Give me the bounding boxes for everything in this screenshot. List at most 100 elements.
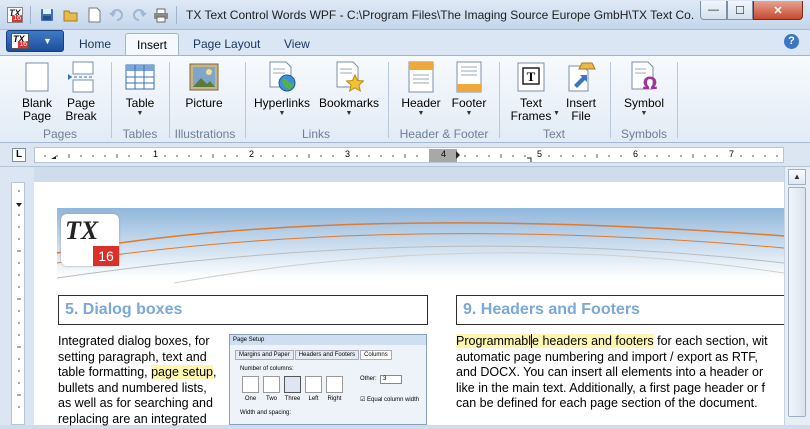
qa-divider [176,6,177,24]
ribbon-tab-bar: TX 16 ▼ Home Insert Page Layout View ? [0,30,810,56]
maximize-button[interactable]: ☐ [727,1,753,20]
chevron-down-icon: ▼ [640,110,648,117]
hyperlinks-button[interactable]: Hyperlinks ▼ [252,60,312,118]
blank-page-button[interactable]: Blank Page [16,60,58,123]
option-label: Two [265,396,277,402]
text-run: for each section, wit [653,334,768,348]
page-break-label: Page Break [65,96,97,123]
title-bar: TX 16 TX Text Control Words WPF - C:\Pro… [0,0,810,30]
chevron-up-icon: ▲ [793,172,801,181]
text-line: Integrated dialog boxes, for [58,334,210,348]
highlighted-text: page setup [151,365,213,379]
page-break-icon [65,60,97,94]
document-page[interactable]: TX 16 5. Dialog boxes 9. Headers and Foo… [34,182,796,427]
tx-logo-number: 16 [93,246,119,266]
highlighted-text: Programmabl [456,334,532,348]
application-menu-button[interactable]: TX 16 ▼ [6,30,64,52]
column-option-icon [242,376,259,393]
option-label: One [244,396,257,402]
tab-insert[interactable]: Insert [125,33,180,56]
footer-button[interactable]: Footer ▼ [445,60,493,118]
picture-button[interactable]: Picture [180,60,228,110]
insert-file-button[interactable]: Insert File [560,60,602,123]
dialog-boxes-paragraph: Integrated dialog boxes, for setting par… [58,334,224,427]
vertical-ruler-track [11,182,25,425]
omega-symbol-icon: Ω [628,60,660,94]
ruler-number: 7 [729,149,735,159]
blank-page-icon [21,60,53,94]
bookmarks-button[interactable]: Bookmarks ▼ [318,60,380,118]
horizontal-ruler[interactable]: 1 2 3 4 5 6 7 [34,147,784,163]
dialog-image-label: Width and spacing: [240,410,292,416]
ruler-number: 6 [633,149,639,159]
section-heading-headers-footers: 9. Headers and Footers [456,295,796,325]
bookmarks-label: Bookmarks [318,96,380,110]
close-button[interactable]: ✕ [753,1,803,20]
dialog-image-label: Number of columns: [240,366,294,372]
symbol-button[interactable]: Ω Symbol ▼ [620,60,668,118]
chevron-down-icon: ▼ [465,110,473,117]
header-button[interactable]: Header ▼ [397,60,445,118]
tab-view[interactable]: View [273,33,321,56]
dialog-image-value: 3 [380,375,402,384]
column-option-icon [263,376,280,393]
text-frames-button[interactable]: T Text Frames ▼ [505,60,560,123]
bookmark-star-icon [333,60,365,94]
tx-logo-text: TX [65,216,99,245]
minimize-button[interactable]: — [700,1,727,20]
page-break-button[interactable]: Page Break [60,60,102,123]
insert-file-icon [565,60,597,94]
text-line: and DOCX. You can insert all elements in… [456,365,764,379]
help-icon[interactable]: ? [784,34,799,49]
page-setup-dialog-image: Page Setup Margins and Paper Headers and… [229,334,427,425]
text-line: table formatting, page setup, [58,365,224,381]
group-text-label: Text [542,127,565,141]
print-icon[interactable] [152,6,170,24]
document-area-margin [34,167,784,182]
vertical-ruler[interactable] [0,167,34,425]
picture-label: Picture [185,96,223,110]
scroll-up-button[interactable]: ▲ [788,169,806,185]
new-icon[interactable] [85,6,103,24]
chevron-down-icon: ▼ [553,110,560,117]
text-line: bullets and numbered lists, [58,380,207,395]
text-line: setting paragraph, text and [58,349,207,364]
picture-icon [188,60,220,94]
group-separator [388,62,389,138]
vertical-scrollbar[interactable]: ▲ [784,167,810,425]
ruler-number: 4 [441,149,447,159]
app-icon[interactable]: TX 16 [6,6,24,24]
ruler-number: 2 [249,149,255,159]
text-line: as well as for searching and [58,396,213,410]
footer-icon [453,60,485,94]
undo-icon[interactable] [108,6,126,24]
tab-page-layout[interactable]: Page Layout [182,33,271,56]
svg-text:Ω: Ω [643,74,657,93]
chevron-down-icon: ▼ [278,110,286,117]
scroll-thumb[interactable] [788,187,806,417]
headers-footers-paragraph: Programmable headers and footers for eac… [456,334,784,412]
header-banner-graphic [56,208,784,284]
save-icon[interactable] [38,6,56,24]
dialog-image-option-labels: One Two Three Left Right [242,396,343,402]
open-icon[interactable] [62,6,80,24]
group-separator [610,62,611,138]
text-run: , [212,365,217,379]
table-button[interactable]: Table ▼ [118,60,162,118]
hyperlink-globe-icon [266,60,298,94]
tab-stop-selector[interactable]: L [12,148,26,162]
ruler-number: 1 [153,149,159,159]
ruler-ticks [44,149,778,162]
text-line: Programmable headers and footers for eac… [456,334,784,350]
header-icon [405,60,437,94]
group-separator [677,62,678,138]
window-title: TX Text Control Words WPF - C:\Program F… [186,8,694,22]
column-option-icon [284,376,301,393]
maximize-icon: ☐ [735,4,745,17]
column-option-icon [326,376,343,393]
tab-home[interactable]: Home [68,33,122,56]
svg-text:T: T [527,69,536,84]
chevron-down-icon: ▼ [345,110,353,117]
redo-icon[interactable] [130,6,148,24]
chevron-down-icon: ▼ [43,36,52,46]
